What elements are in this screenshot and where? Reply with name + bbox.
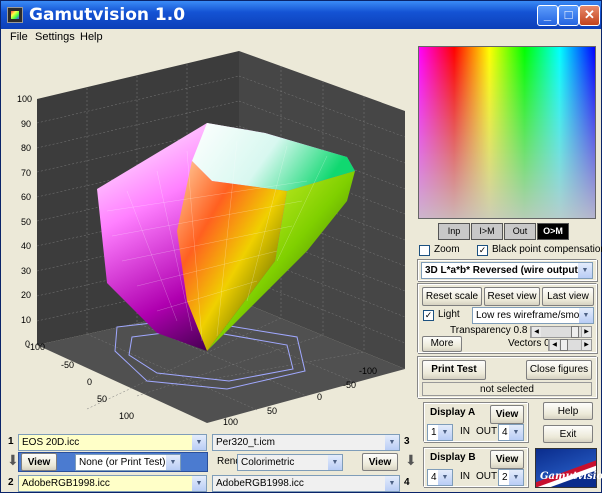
print-test-button[interactable]: Print Test xyxy=(422,360,486,380)
display-a-label: Display A xyxy=(430,407,476,418)
arrow-down-icon: ⬇ xyxy=(405,452,417,468)
close-button[interactable]: ✕ xyxy=(579,5,600,26)
print-test-status: not selected xyxy=(422,382,592,396)
display-a-out-select[interactable]: 4 xyxy=(498,424,524,441)
more-button[interactable]: More xyxy=(422,336,462,352)
svg-text:50: 50 xyxy=(267,406,277,416)
gamutvision-logo: Gamutvision xyxy=(535,448,602,488)
svg-text:60: 60 xyxy=(21,192,31,202)
svg-text:100: 100 xyxy=(119,411,134,421)
in-label: IN xyxy=(460,471,470,482)
bpc-label: Black point compensation xyxy=(492,244,602,255)
vectors-slider[interactable]: ◀ ▶ xyxy=(548,339,592,351)
slider-left-arrow[interactable]: ◀ xyxy=(531,327,541,337)
out-button[interactable]: Out xyxy=(504,223,536,240)
transparency-slider[interactable]: ◀ ▶ xyxy=(530,326,592,338)
out-label: OUT xyxy=(476,426,498,437)
display-b-out-select[interactable]: 2 xyxy=(498,469,524,486)
arrow-down-icon: ⬇ xyxy=(7,452,19,468)
render-mode-select[interactable]: Low res wireframe/smooth xyxy=(472,307,594,324)
profile-1-select[interactable]: EOS 20D.icc xyxy=(18,434,207,451)
menu-help[interactable]: Help xyxy=(80,31,103,43)
display-a-panel: Display A View 1 IN OUT 4 xyxy=(423,402,528,442)
profile-3-select[interactable]: Per320_t.icm xyxy=(212,434,400,451)
display-b-panel: Display B View 4 IN OUT 2 xyxy=(423,447,528,487)
svg-text:-100: -100 xyxy=(359,366,377,376)
svg-text:70: 70 xyxy=(21,168,31,178)
slider-thumb[interactable] xyxy=(571,326,579,338)
view-mode-panel: 3D L*a*b* Reversed (wire output) xyxy=(417,259,597,281)
light-label: Light xyxy=(438,309,460,320)
display-a-view-button[interactable]: View xyxy=(490,405,524,424)
svg-text:10: 10 xyxy=(21,315,31,325)
maximize-button[interactable]: □ xyxy=(558,5,579,26)
out-label: OUT xyxy=(476,471,498,482)
last-view-button[interactable]: Last view xyxy=(542,287,594,306)
controls-panel: Reset scale Reset view Last view ✓ Light… xyxy=(417,283,597,353)
profile-1-number: 1 xyxy=(8,436,14,447)
light-checkbox[interactable]: ✓ xyxy=(423,310,434,321)
reset-view-button[interactable]: Reset view xyxy=(484,287,540,306)
inp-button[interactable]: Inp xyxy=(438,223,470,240)
display-a-in-select[interactable]: 1 xyxy=(427,424,453,441)
app-icon xyxy=(7,7,23,23)
display-b-view-button[interactable]: View xyxy=(490,450,524,469)
vectors-label: Vectors 0 xyxy=(508,338,550,349)
svg-text:80: 80 xyxy=(21,143,31,153)
reset-scale-button[interactable]: Reset scale xyxy=(422,287,482,306)
gamut-3d-plot[interactable]: 100 90 80 70 60 50 40 30 20 10 0 -100 -5… xyxy=(7,51,411,431)
profile-2-select[interactable]: AdobeRGB1998.icc xyxy=(18,475,207,492)
menu-bar: File Settings Help xyxy=(1,29,601,47)
slider-thumb[interactable] xyxy=(560,339,568,351)
color-spectrum-picker[interactable] xyxy=(418,46,596,219)
zoom-checkbox[interactable] xyxy=(419,245,430,256)
main-window: Gamutvision 1.0 _ □ ✕ File Settings Help xyxy=(0,0,602,493)
minimize-button[interactable]: _ xyxy=(537,5,558,26)
transparency-label: Transparency 0.8 xyxy=(450,325,528,336)
print-test-profile-select[interactable]: None (or Print Test) xyxy=(75,454,181,471)
slider-right-arrow[interactable]: ▶ xyxy=(581,327,591,337)
svg-text:-50: -50 xyxy=(61,360,74,370)
o-to-m-button[interactable]: O>M xyxy=(537,223,569,240)
view-row-left: View None (or Print Test) xyxy=(18,452,208,472)
title-bar[interactable]: Gamutvision 1.0 _ □ ✕ xyxy=(1,1,601,29)
svg-text:100: 100 xyxy=(17,94,32,104)
rendering-select[interactable]: Colorimetric xyxy=(237,454,343,471)
profile-4-number: 4 xyxy=(404,477,410,488)
zoom-label: Zoom xyxy=(434,244,460,255)
svg-text:100: 100 xyxy=(223,417,238,427)
slider-right-arrow[interactable]: ▶ xyxy=(581,340,591,350)
view-mode-select[interactable]: 3D L*a*b* Reversed (wire output) xyxy=(421,262,593,279)
profile-4-select[interactable]: AdobeRGB1998.icc xyxy=(212,475,400,492)
svg-text:-100: -100 xyxy=(27,342,45,352)
svg-text:30: 30 xyxy=(21,266,31,276)
profile-2-number: 2 xyxy=(8,477,14,488)
slider-left-arrow[interactable]: ◀ xyxy=(549,340,559,350)
help-button[interactable]: Help xyxy=(543,402,593,420)
svg-text:40: 40 xyxy=(21,241,31,251)
svg-text:50: 50 xyxy=(21,217,31,227)
i-to-m-button[interactable]: I>M xyxy=(471,223,503,240)
in-label: IN xyxy=(460,426,470,437)
profile-3-number: 3 xyxy=(404,436,410,447)
view-right-button[interactable]: View xyxy=(362,453,398,471)
window-title: Gamutvision 1.0 xyxy=(29,5,186,25)
svg-text:50: 50 xyxy=(97,394,107,404)
bpc-checkbox[interactable]: ✓ xyxy=(477,245,488,256)
svg-text:0: 0 xyxy=(317,392,322,402)
svg-text:0: 0 xyxy=(87,377,92,387)
menu-file[interactable]: File xyxy=(10,31,28,43)
view-left-button[interactable]: View xyxy=(21,453,57,471)
z-axis-ticks: 100 90 80 70 60 50 40 30 20 10 0 xyxy=(17,94,32,349)
display-b-in-select[interactable]: 4 xyxy=(427,469,453,486)
close-figures-button[interactable]: Close figures xyxy=(526,360,592,380)
svg-text:20: 20 xyxy=(21,290,31,300)
display-b-label: Display B xyxy=(430,452,476,463)
logo-text: Gamutvision xyxy=(540,471,602,482)
menu-settings[interactable]: Settings xyxy=(35,31,75,43)
print-test-panel: Print Test Close figures not selected xyxy=(417,356,597,398)
svg-text:-50: -50 xyxy=(343,380,356,390)
svg-text:90: 90 xyxy=(21,119,31,129)
exit-button[interactable]: Exit xyxy=(543,425,593,443)
